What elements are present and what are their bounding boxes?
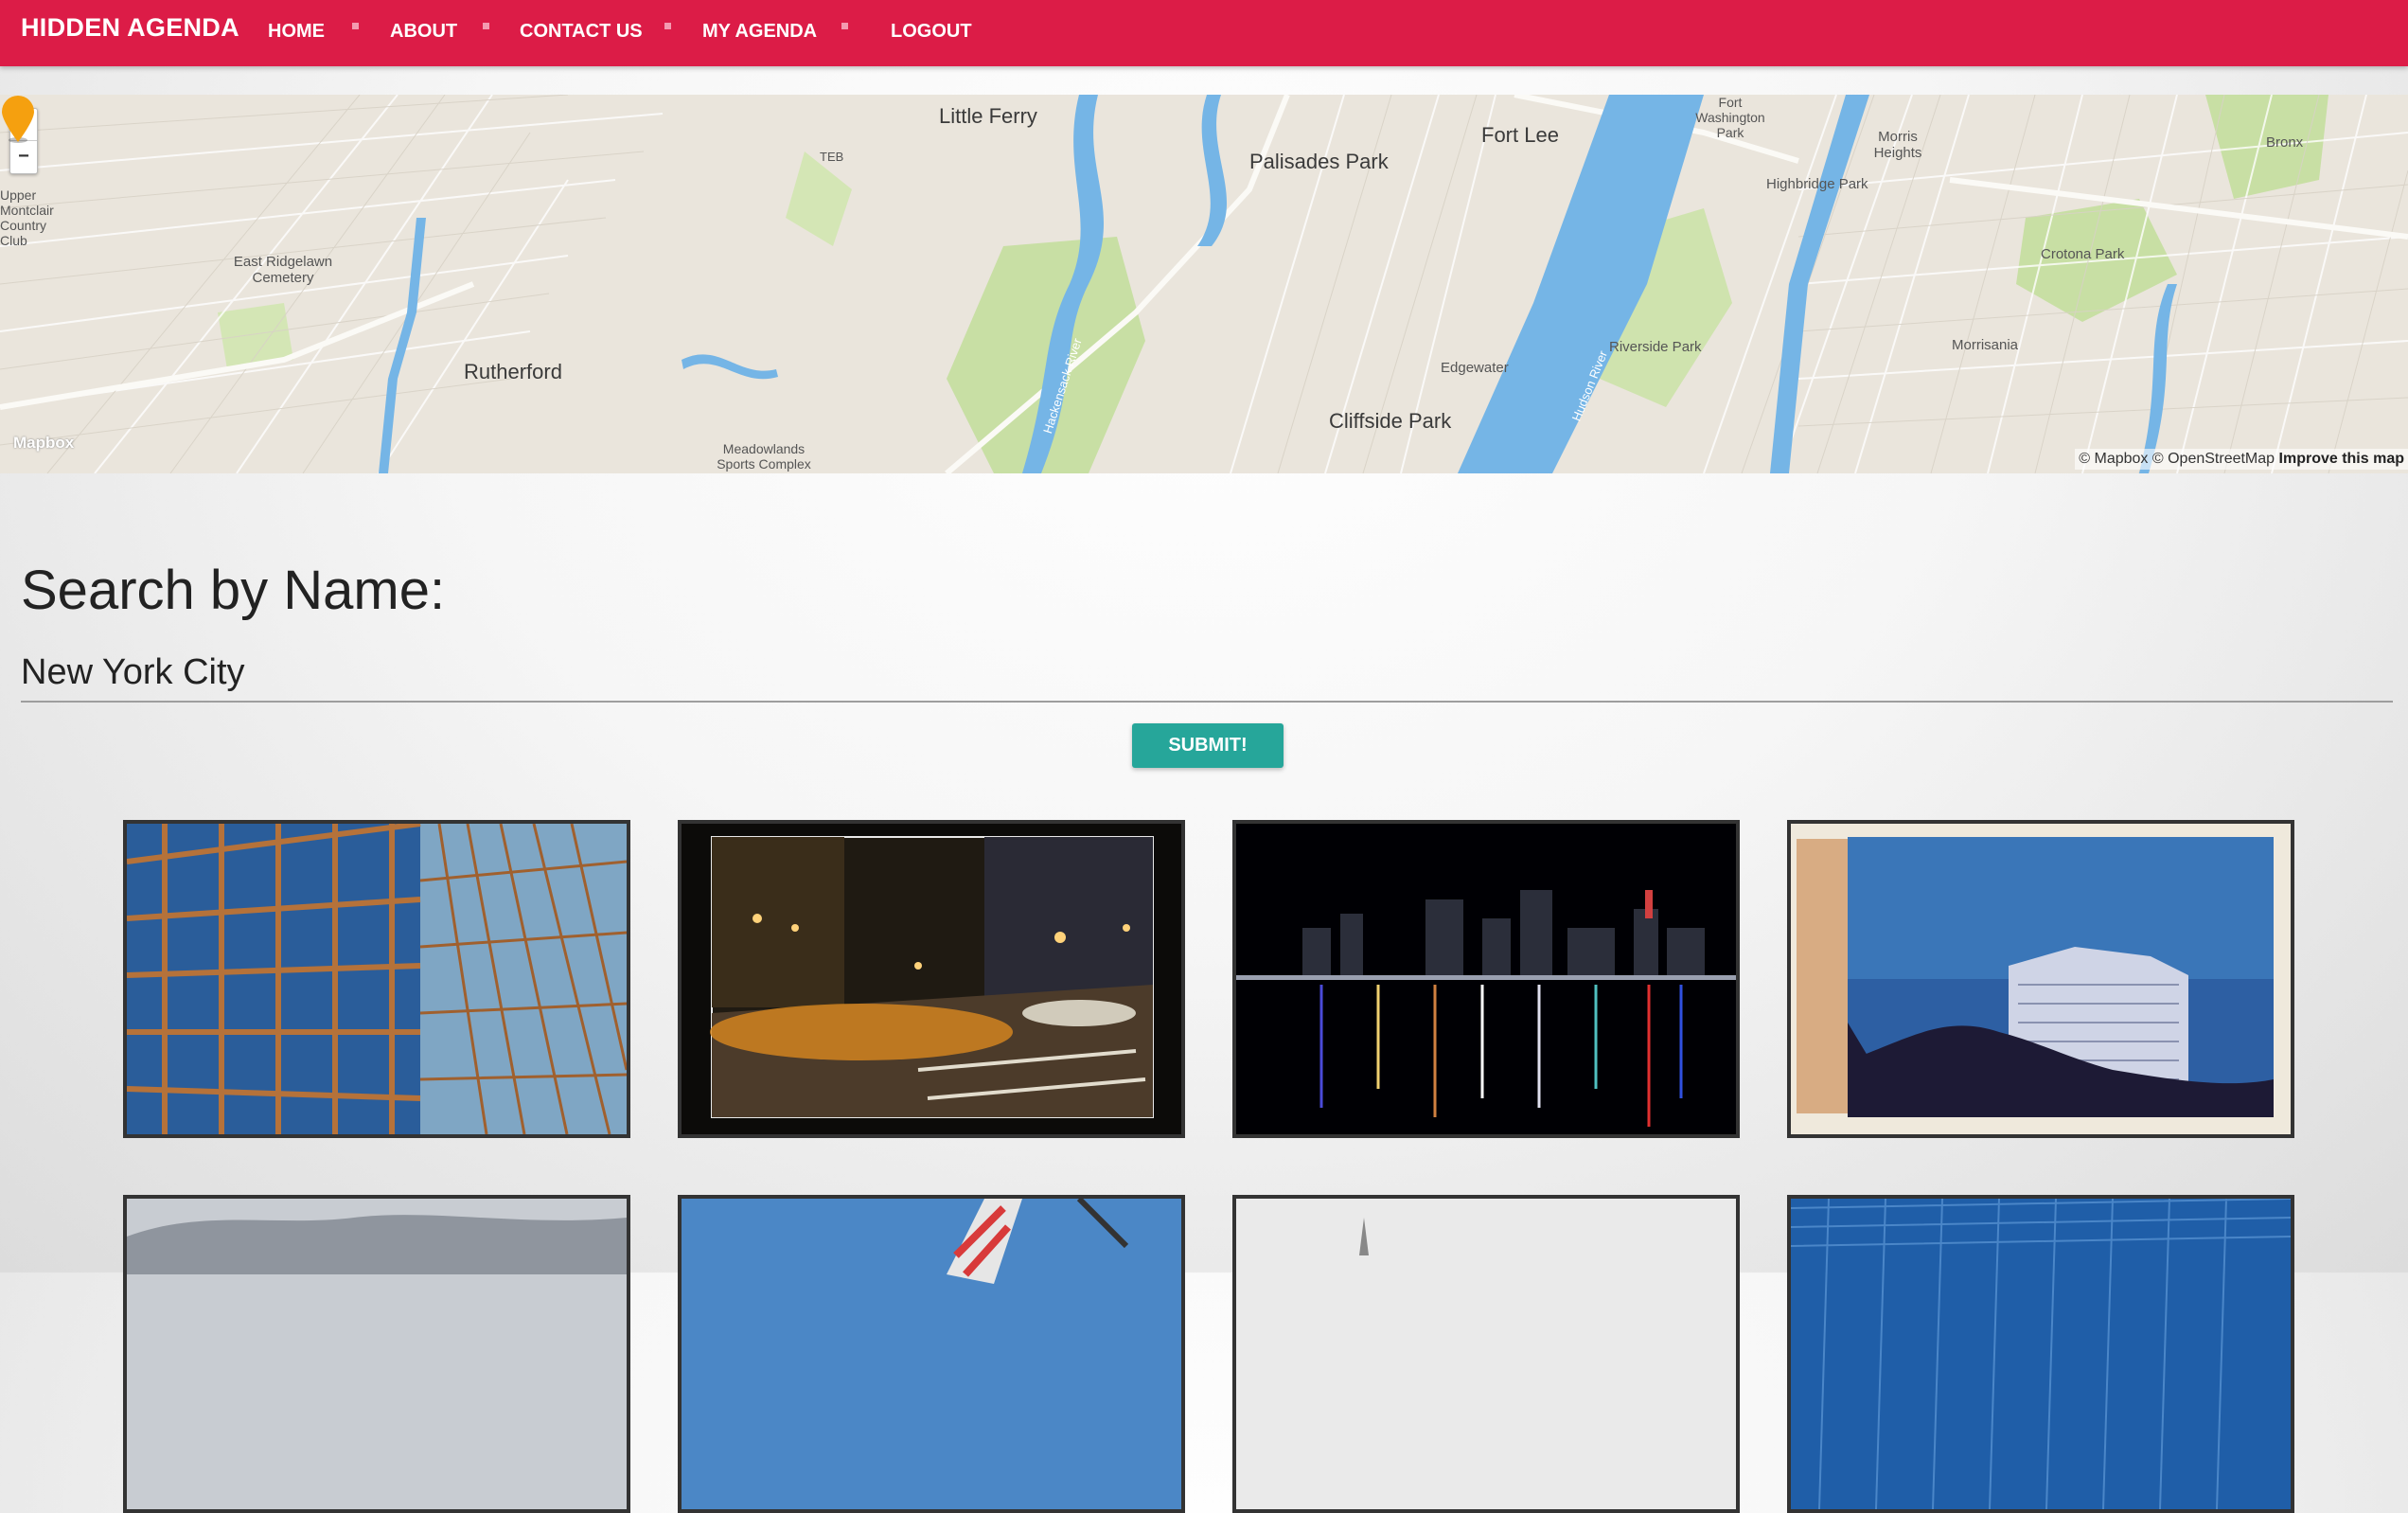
map-place-label: Fort Washington Park [1695,95,1765,140]
map-place-label: Riverside Park [1609,339,1702,355]
map-place-label: Morris Heights [1873,129,1922,161]
photo-card[interactable] [123,1195,630,1513]
nav-contact-us[interactable]: CONTACT US [520,21,643,43]
map-place-label: Little Ferry [939,104,1037,128]
photo-image [1236,1199,1736,1509]
nav-my-agenda[interactable]: MY AGENDA [702,21,817,43]
map-canvas [0,95,2408,473]
photo-card[interactable] [1232,1195,1740,1513]
photo-image [682,1199,1181,1509]
nav-about[interactable]: ABOUT [390,21,457,43]
nav-logout[interactable]: LOGOUT [891,21,972,43]
map-place-label: Cliffside Park [1329,409,1452,433]
map-place-label: Meadowlands Sports Complex [717,441,811,472]
map-place-label: TEB [820,150,844,164]
map-view[interactable]: + − Little Ferry Palisades Park Fort Lee… [0,95,2408,473]
improve-map-link[interactable]: Improve this map [2279,451,2404,467]
nav-separator [841,23,848,29]
map-place-label: East Ridgelawn Cemetery [233,254,333,286]
map-place-label: Highbridge Park [1766,176,1868,192]
nav-home[interactable]: HOME [268,21,325,43]
attribution-text[interactable]: © Mapbox © OpenStreetMap [2079,451,2275,467]
nav-separator [352,23,359,29]
map-attribution: © Mapbox © OpenStreetMap Improve this ma… [2075,449,2408,470]
search-input[interactable] [21,644,2393,703]
photo-card[interactable] [1232,820,1740,1138]
photo-image [1791,824,2291,1134]
map-place-label: Fort Lee [1481,123,1559,147]
map-place-label: Rutherford [464,360,562,383]
map-place-label: Bronx [2266,134,2304,151]
photo-image [127,824,627,1134]
photo-card[interactable] [1787,820,2294,1138]
map-place-label: Palisades Park [1249,150,1389,173]
photo-image [127,1199,627,1509]
photo-image [1791,1199,2291,1509]
brand-logo[interactable]: HIDDEN AGENDA [21,13,239,43]
photo-card[interactable] [678,820,1185,1138]
search-title: Search by Name: [21,560,446,621]
photo-card[interactable] [1787,1195,2294,1513]
nav-separator [483,23,489,29]
photo-image [682,824,1181,1134]
submit-button[interactable]: SUBMIT! [1132,723,1284,768]
mapbox-logo[interactable]: Mapbox [13,434,74,453]
map-place-label: Edgewater [1441,360,1509,376]
zoom-out-button[interactable]: − [10,140,37,172]
photo-card[interactable] [678,1195,1185,1513]
map-pin-icon[interactable] [0,95,36,144]
map-place-label: Morrisania [1952,337,2019,353]
top-navbar: HIDDEN AGENDA HOME ABOUT CONTACT US MY A… [0,0,2408,66]
map-place-label: Upper Montclair Country Club [0,187,54,248]
nav-separator [664,23,671,29]
map-place-label: Crotona Park [2041,246,2125,262]
photo-card[interactable] [123,820,630,1138]
photo-image [1236,824,1736,1134]
